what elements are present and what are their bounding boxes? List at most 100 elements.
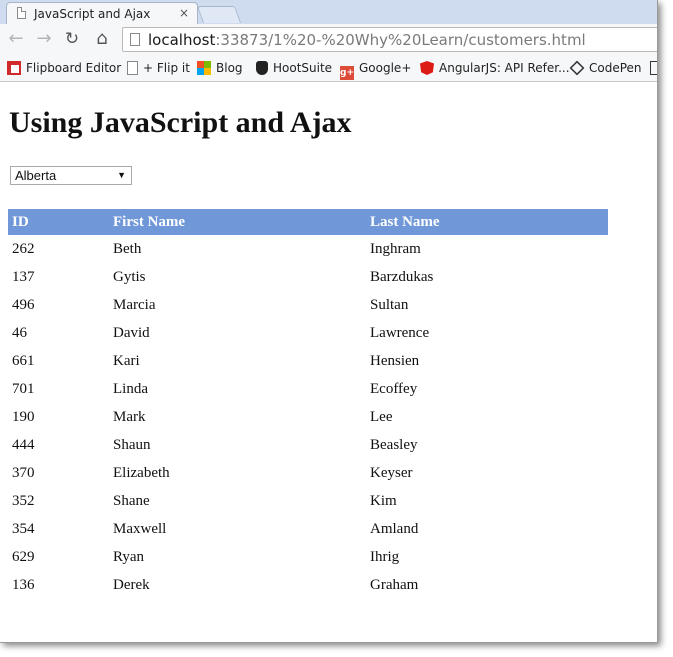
bookmark-hootsuite[interactable]: HootSuite <box>256 61 332 77</box>
cell-id: 137 <box>12 268 35 285</box>
cell-last-name: Keyser <box>370 464 413 481</box>
cell-first-name: Gytis <box>113 268 146 285</box>
cell-first-name: David <box>113 324 150 341</box>
reload-icon[interactable]: ↻ <box>62 29 82 49</box>
bookmark-blog[interactable]: Blog <box>197 61 243 77</box>
dropdown-arrow-icon: ▼ <box>117 170 126 180</box>
new-tab-button[interactable] <box>196 6 242 23</box>
table-row: 352 Shane Kim <box>8 487 608 515</box>
bookmark-label: AngularJS: API Refer... <box>439 61 570 75</box>
column-header-last-name: Last Name <box>366 209 608 235</box>
cell-id: 136 <box>12 576 35 593</box>
customers-table: ID First Name Last Name 262 Beth Inghram 13… <box>8 209 608 599</box>
column-header-id: ID <box>8 209 109 235</box>
bookmark-label: Google+ <box>359 61 412 75</box>
cell-id: 370 <box>12 464 35 481</box>
cell-id: 661 <box>12 352 35 369</box>
cell-first-name: Linda <box>113 380 148 397</box>
tab-strip: JavaScript and Ajax × <box>0 0 657 24</box>
cell-id: 496 <box>12 296 35 313</box>
cell-first-name: Shaun <box>113 436 151 453</box>
owl-icon <box>256 61 268 75</box>
tab-title: JavaScript and Ajax <box>34 7 151 21</box>
cell-last-name: Lawrence <box>370 324 430 341</box>
bookmark-label: CodePen <box>589 61 642 75</box>
province-select-value: Alberta <box>15 168 57 183</box>
cell-first-name: Maxwell <box>113 520 167 537</box>
home-icon[interactable]: ⌂ <box>92 29 112 49</box>
bookmark-icon <box>650 61 657 75</box>
page-icon <box>17 7 26 19</box>
flipboard-icon <box>7 61 21 75</box>
angular-icon <box>420 61 434 75</box>
table-row: 661 Kari Hensien <box>8 347 608 375</box>
cell-last-name: Graham <box>370 576 419 593</box>
table-row: 137 Gytis Barzdukas <box>8 263 608 291</box>
cell-last-name: Hensien <box>370 352 420 369</box>
bookmark-label: + Flip it <box>143 61 190 75</box>
cell-first-name: Ryan <box>113 548 145 565</box>
bookmark-angularjs[interactable]: AngularJS: API Refer... <box>420 61 570 77</box>
cell-last-name: Amland <box>370 520 419 537</box>
forward-arrow-icon[interactable]: → <box>34 29 54 49</box>
bookmarks-bar: Flipboard Editor + Flip it Blog HootSuit… <box>0 56 657 82</box>
table-row: 262 Beth Inghram <box>8 235 608 263</box>
url-path: :33873/1%20-%20Why%20Learn/customers.htm… <box>215 31 586 49</box>
cell-id: 190 <box>12 408 35 425</box>
bookmark-label: Flipboard Editor <box>26 61 122 75</box>
cell-first-name: Marcia <box>113 296 156 313</box>
browser-window: JavaScript and Ajax × ← → ↻ ⌂ localhost:… <box>0 0 658 643</box>
bookmark-google-plus[interactable]: g+ Google+ <box>340 61 412 80</box>
table-row: 354 Maxwell Amland <box>8 515 608 543</box>
page-icon <box>127 61 138 75</box>
page-icon <box>130 33 140 46</box>
cell-last-name: Lee <box>370 408 393 425</box>
cell-last-name: Beasley <box>370 436 418 453</box>
bookmark-flipboard-editor[interactable]: Flipboard Editor <box>7 61 121 77</box>
cell-first-name: Beth <box>113 240 142 257</box>
cell-id: 262 <box>12 240 35 257</box>
cell-last-name: Barzdukas <box>370 268 434 285</box>
table-row: 629 Ryan Ihrig <box>8 543 608 571</box>
address-bar[interactable]: localhost:33873/1%20-%20Why%20Learn/cust… <box>122 27 657 52</box>
browser-toolbar: ← → ↻ ⌂ localhost:33873/1%20-%20Why%20Le… <box>0 24 657 56</box>
page-title: Using JavaScript and Ajax <box>9 106 352 139</box>
cell-id: 629 <box>12 548 35 565</box>
table-row: 701 Linda Ecoffey <box>8 375 608 403</box>
table-row: 136 Derek Graham <box>8 571 608 599</box>
cell-first-name: Kari <box>113 352 140 369</box>
cell-first-name: Mark <box>113 408 146 425</box>
cell-id: 354 <box>12 520 35 537</box>
province-select[interactable]: Alberta ▼ <box>10 166 132 185</box>
back-arrow-icon[interactable]: ← <box>6 29 26 49</box>
cell-first-name: Elizabeth <box>113 464 170 481</box>
cell-id: 444 <box>12 436 35 453</box>
windows-icon <box>197 61 211 75</box>
bookmark-overflow[interactable] <box>650 61 657 77</box>
cell-first-name: Shane <box>113 492 150 509</box>
bookmark-codepen[interactable]: CodePen <box>569 60 642 77</box>
table-row: 444 Shaun Beasley <box>8 431 608 459</box>
cell-id: 352 <box>12 492 35 509</box>
cell-first-name: Derek <box>113 576 150 593</box>
table-row: 370 Elizabeth Keyser <box>8 459 608 487</box>
table-row: 496 Marcia Sultan <box>8 291 608 319</box>
column-header-first-name: First Name <box>109 209 366 235</box>
cell-last-name: Ecoffey <box>370 380 418 397</box>
url-host: localhost <box>148 31 216 49</box>
cell-last-name: Ihrig <box>370 548 400 565</box>
cell-id: 701 <box>12 380 35 397</box>
bookmark-flip-it[interactable]: + Flip it <box>127 61 190 77</box>
table-header-row: ID First Name Last Name <box>8 209 608 235</box>
url-text: localhost:33873/1%20-%20Why%20Learn/cust… <box>148 31 586 49</box>
close-tab-icon[interactable]: × <box>179 6 189 20</box>
table-row: 46 David Lawrence <box>8 319 608 347</box>
cell-last-name: Inghram <box>370 240 421 257</box>
bookmark-label: Blog <box>216 61 243 75</box>
table-row: 190 Mark Lee <box>8 403 608 431</box>
page-content: Using JavaScript and Ajax Alberta ▼ ID F… <box>0 82 657 642</box>
cell-last-name: Kim <box>370 492 397 509</box>
bookmark-label: HootSuite <box>273 61 333 75</box>
cell-id: 46 <box>12 324 27 341</box>
tab-javascript-and-ajax[interactable]: JavaScript and Ajax × <box>6 2 198 24</box>
